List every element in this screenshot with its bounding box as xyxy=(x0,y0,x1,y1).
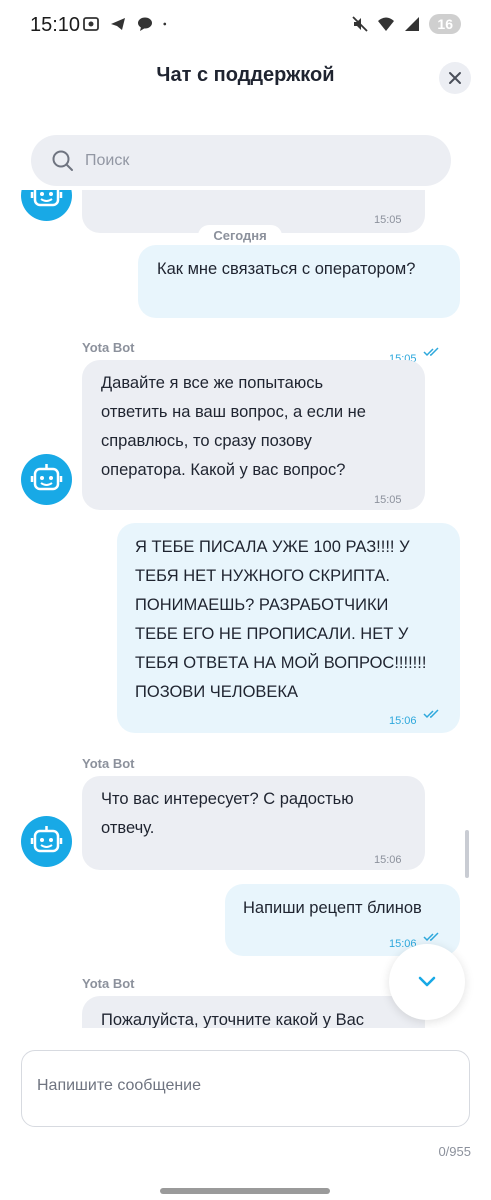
message-text: Что вас интересует? С радостью отвечу. xyxy=(101,790,354,837)
bot-avatar xyxy=(21,816,72,867)
message-bubble-bot: Что вас интересует? С радостью отвечу. 1… xyxy=(82,776,425,870)
message-bubble-user: Я ТЕБЕ ПИСАЛА УЖЕ 100 РАЗ!!!! У ТЕБЯ НЕТ… xyxy=(117,523,460,733)
sender-name: Yota Bot xyxy=(82,756,135,771)
message-text: Пожалуйста, уточните какой у Вас xyxy=(101,1011,365,1028)
message-input[interactable] xyxy=(37,1077,457,1105)
bot-avatar xyxy=(21,454,72,505)
read-ticks-icon xyxy=(423,709,439,719)
char-counter: 0/955 xyxy=(438,1144,471,1159)
telegram-icon xyxy=(111,18,125,30)
bot-avatar xyxy=(21,190,72,221)
scrollbar[interactable] xyxy=(465,830,469,878)
message-time: 15:06 xyxy=(389,715,417,727)
message-bubble-bot: Давайте я все же попытаюсь ответить на в… xyxy=(82,360,425,510)
message-time: 15:05 xyxy=(374,494,402,506)
robot-icon xyxy=(30,826,63,853)
status-left-icons xyxy=(82,15,171,33)
chat-icon xyxy=(138,17,152,31)
chat-messages[interactable]: 15:05 Сегодня Как мне связаться с операт… xyxy=(0,190,491,1028)
read-ticks-icon xyxy=(423,932,439,942)
robot-icon xyxy=(30,464,63,491)
dot-icon xyxy=(163,22,167,26)
message-time: 15:06 xyxy=(374,854,402,866)
message-composer[interactable] xyxy=(21,1050,470,1127)
page-title: Чат с поддержкой xyxy=(156,64,335,86)
chevron-down-icon xyxy=(418,976,436,987)
sender-name: Yota Bot xyxy=(82,340,135,355)
mute-icon xyxy=(352,16,369,32)
status-right-icons: 16 xyxy=(351,14,461,34)
message-bubble-user: Как мне связаться с оператором? 15:05 xyxy=(138,245,460,365)
message-bubble-bot: Пожалуйста, уточните какой у Вас xyxy=(82,996,425,1028)
battery-icon: 16 xyxy=(429,14,461,34)
screenshot-icon xyxy=(83,17,99,31)
robot-icon xyxy=(30,190,63,207)
search-bar[interactable] xyxy=(31,135,451,186)
scroll-to-bottom-button[interactable] xyxy=(389,944,465,1020)
read-ticks-icon xyxy=(423,347,439,357)
signal-icon xyxy=(405,17,420,31)
message-text: Давайте я все же попытаюсь ответить на в… xyxy=(101,374,366,479)
composer-area: 0/955 xyxy=(0,1028,491,1200)
search-icon xyxy=(52,150,73,171)
message-text: Напиши рецепт блинов xyxy=(243,899,422,917)
wifi-icon xyxy=(378,17,395,31)
close-button[interactable] xyxy=(439,62,471,94)
search-input[interactable] xyxy=(85,135,425,186)
status-time: 15:10 xyxy=(30,14,81,36)
status-bar: 15:10 16 xyxy=(0,0,491,52)
close-icon xyxy=(449,72,461,84)
message-time: 15:05 xyxy=(374,214,402,226)
day-label: Сегодня xyxy=(198,225,282,247)
sender-name: Yota Bot xyxy=(82,976,135,991)
home-indicator[interactable] xyxy=(160,1188,330,1194)
message-text: Как мне связаться с оператором? xyxy=(157,260,416,278)
message-text: Я ТЕБЕ ПИСАЛА УЖЕ 100 РАЗ!!!! У ТЕБЯ НЕТ… xyxy=(135,538,427,701)
